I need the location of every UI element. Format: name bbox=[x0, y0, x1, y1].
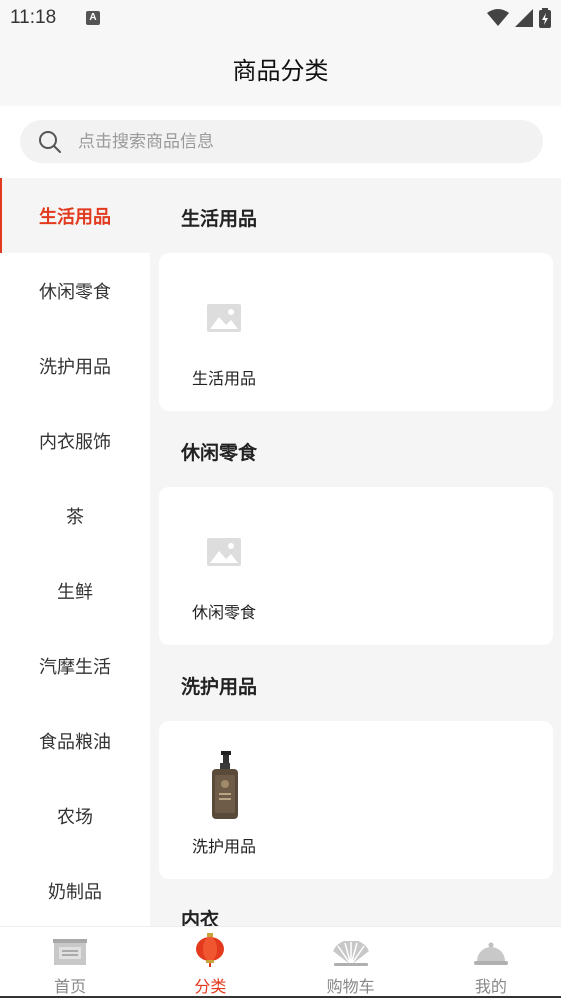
sidebar-item-label: 茶 bbox=[66, 506, 84, 528]
search-bar bbox=[0, 106, 561, 178]
section-title: 内衣 bbox=[181, 909, 220, 926]
tab-label: 分类 bbox=[194, 977, 227, 996]
lantern-icon bbox=[196, 933, 225, 967]
search-box[interactable] bbox=[20, 120, 543, 163]
sidebar-item-label: 休闲零食 bbox=[39, 281, 111, 303]
sidebar-item-underwear[interactable]: 内衣服饰 bbox=[0, 403, 150, 478]
tab-mine[interactable]: 我的 bbox=[421, 927, 561, 998]
tab-label: 我的 bbox=[474, 977, 507, 996]
sidebar-item-dairy[interactable]: 奶制品 bbox=[0, 853, 150, 926]
section-title: 休闲零食 bbox=[181, 442, 258, 464]
signal-icon bbox=[515, 9, 533, 27]
search-input[interactable] bbox=[78, 120, 518, 163]
sidebar-item-fresh[interactable]: 生鲜 bbox=[0, 553, 150, 628]
subcategory-label: 生活用品 bbox=[191, 369, 256, 388]
sidebar-item-grain-oil[interactable]: 食品粮油 bbox=[0, 703, 150, 778]
tab-home[interactable]: 首页 bbox=[0, 927, 140, 998]
dish-cover-icon bbox=[473, 942, 508, 965]
section-title: 洗护用品 bbox=[181, 676, 258, 698]
fan-icon bbox=[332, 941, 369, 966]
sidebar-item-label: 奶制品 bbox=[48, 881, 102, 903]
page-header: 商品分类 bbox=[0, 38, 561, 106]
tab-label: 购物车 bbox=[326, 977, 375, 996]
category-content: 生活用品 生活用品 休闲零食 休闲零食 洗护用品 洗护用品 内衣 bbox=[150, 178, 561, 926]
subcategory-label: 洗护用品 bbox=[191, 837, 256, 856]
sidebar-item-label: 食品粮油 bbox=[39, 731, 111, 753]
image-placeholder-icon bbox=[189, 283, 259, 353]
status-icons bbox=[487, 8, 551, 28]
tab-label: 首页 bbox=[54, 977, 87, 996]
wifi-icon bbox=[487, 9, 509, 26]
subcategory-item[interactable]: 生活用品 bbox=[179, 283, 269, 389]
sidebar-item-snacks[interactable]: 休闲零食 bbox=[0, 253, 150, 328]
category-card: 洗护用品 bbox=[159, 721, 553, 879]
sidebar-item-label: 农场 bbox=[57, 806, 93, 828]
sidebar-item-label: 生活用品 bbox=[39, 206, 111, 228]
sidebar-item-auto-life[interactable]: 汽摩生活 bbox=[0, 628, 150, 703]
page-title: 商品分类 bbox=[232, 57, 329, 85]
status-bar: 11:18 A bbox=[0, 0, 561, 38]
shampoo-bottle-icon bbox=[189, 751, 259, 821]
subcategory-item[interactable]: 休闲零食 bbox=[179, 517, 269, 623]
subcategory-item[interactable]: 洗护用品 bbox=[179, 751, 269, 857]
sidebar-item-label: 汽摩生活 bbox=[39, 656, 111, 678]
tab-cart[interactable]: 购物车 bbox=[281, 927, 421, 998]
category-sidebar: 生活用品 休闲零食 洗护用品 内衣服饰 茶 生鲜 汽摩生活 食品粮油 农场 奶制… bbox=[0, 178, 150, 926]
app-indicator-icon: A bbox=[86, 11, 100, 25]
category-card: 休闲零食 bbox=[159, 487, 553, 645]
sidebar-item-daily-goods[interactable]: 生活用品 bbox=[0, 178, 150, 253]
status-time: 11:18 bbox=[10, 7, 57, 28]
home-gate-icon bbox=[53, 939, 88, 965]
tab-category[interactable]: 分类 bbox=[140, 927, 280, 998]
sidebar-item-tea[interactable]: 茶 bbox=[0, 478, 150, 553]
sidebar-item-label: 生鲜 bbox=[57, 581, 93, 603]
sidebar-item-personal-care[interactable]: 洗护用品 bbox=[0, 328, 150, 403]
sidebar-item-label: 洗护用品 bbox=[39, 356, 111, 378]
bottom-tabbar: 首页 分类 购物车 我的 bbox=[0, 926, 561, 998]
search-icon bbox=[39, 131, 61, 153]
image-placeholder-icon bbox=[189, 517, 259, 587]
section-title: 生活用品 bbox=[181, 208, 258, 230]
sidebar-item-farm[interactable]: 农场 bbox=[0, 778, 150, 853]
category-card: 生活用品 bbox=[159, 253, 553, 411]
sidebar-item-label: 内衣服饰 bbox=[39, 431, 111, 453]
subcategory-label: 休闲零食 bbox=[191, 603, 256, 622]
battery-icon bbox=[539, 8, 551, 28]
